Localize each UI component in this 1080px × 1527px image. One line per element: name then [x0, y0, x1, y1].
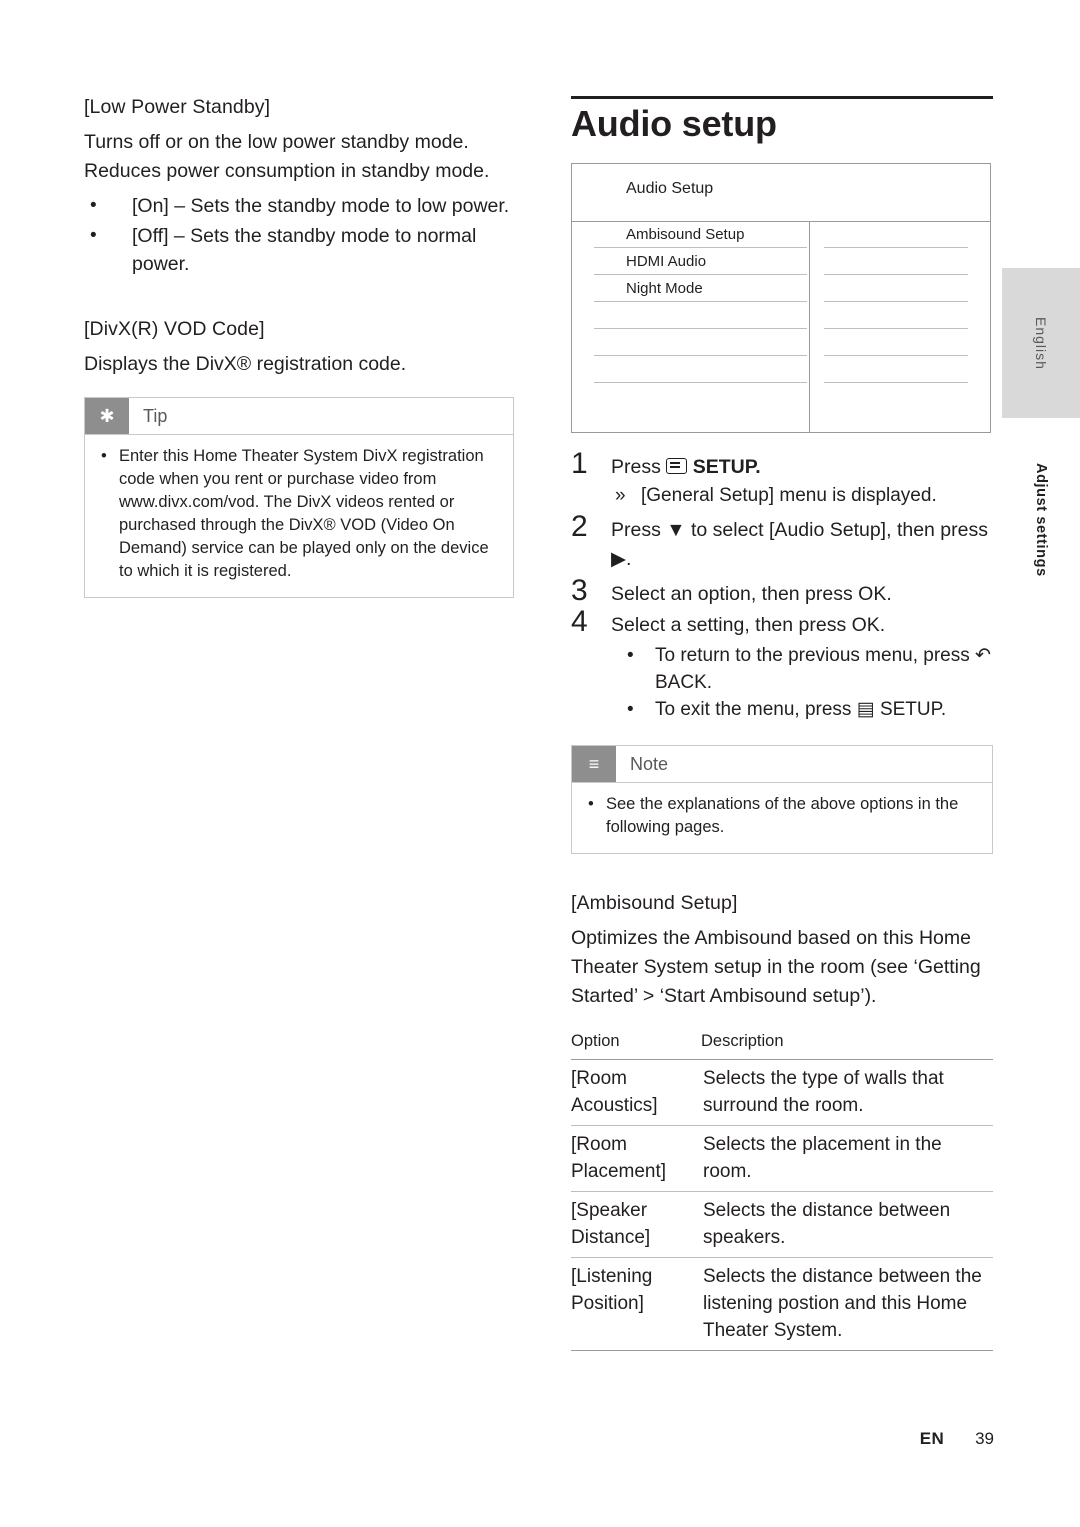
screen-row: Night Mode [572, 275, 990, 302]
edge-tab-adjust-settings-label: Adjust settings [1033, 463, 1049, 577]
table-column-header-description: Description [701, 1025, 993, 1060]
step-number: 1 [571, 447, 588, 480]
section-body-divx-vod-code: Displays the DivX® registration code. [84, 353, 407, 375]
edge-tab-adjust-settings: Adjust settings [1002, 430, 1080, 610]
list-item-label: To exit the menu, press ▤ SETUP. [655, 699, 947, 720]
list-item: • Enter this Home Theater System DivX reg… [99, 445, 499, 583]
step-text: Press ▼ to select [Audio Setup], then pr… [611, 519, 988, 570]
left-column: [Low Power Standby] Turns off or on the … [84, 96, 514, 598]
section-heading-low-power-standby: [Low Power Standby] [84, 96, 271, 118]
screen-row-label: HDMI Audio [626, 253, 707, 270]
table-cell-description: Selects the type of walls that surround … [703, 1068, 944, 1116]
asterisk-icon: ✱ [85, 398, 129, 434]
tip-callout-body: • Enter this Home Theater System DivX reg… [85, 435, 513, 597]
step-text: Press SETUP. [611, 453, 993, 482]
bullet-icon: • [627, 645, 634, 666]
step-number: 2 [571, 510, 588, 543]
table-cell-option: [Speaker Distance] [571, 1200, 651, 1248]
audio-setup-screen-mock: Audio Setup Ambisound Setup HDMI Audio N… [571, 163, 991, 433]
step-text-before: Press [611, 456, 661, 478]
table-row: [Room Acoustics] Selects the type of wal… [571, 1060, 993, 1126]
list-item-label: Enter this Home Theater System DivX regi… [119, 447, 489, 580]
screen-row [572, 329, 990, 356]
tip-callout-header: ✱ Tip [85, 398, 513, 435]
screen-row [572, 302, 990, 329]
step-number: 3 [571, 574, 588, 607]
step-4-bullets: • To return to the previous menu, press ↶… [611, 642, 993, 723]
table-cell-description: Selects the distance between the listeni… [703, 1266, 982, 1341]
table-row: [Speaker Distance] Selects the distance … [571, 1192, 993, 1258]
screen-title: Audio Setup [626, 180, 714, 197]
low-power-standby-options: • [On] – Sets the standby mode to low pow… [84, 192, 514, 278]
note-callout: ≡ Note • See the explanations of the abov… [571, 745, 993, 854]
list-item: • See the explanations of the above optio… [586, 793, 978, 839]
bullet-icon: • [90, 195, 97, 216]
tip-callout: ✱ Tip • Enter this Home Theater System Di… [84, 397, 514, 598]
screen-row: Ambisound Setup [572, 221, 990, 248]
list-item-label: See the explanations of the above option… [606, 795, 959, 836]
setup-button-icon [666, 458, 688, 474]
list-item-label: [On] – Sets the standby mode to low powe… [132, 195, 510, 217]
screen-row-label: Ambisound Setup [626, 226, 745, 243]
list-item: • [On] – Sets the standby mode to low pow… [84, 192, 514, 220]
footer-page-number: 39 [975, 1429, 994, 1448]
list-item: • To exit the menu, press ▤ SETUP. [611, 696, 993, 723]
table-cell-description: Selects the distance between speakers. [703, 1200, 951, 1248]
list-item: • [Off] – Sets the standby mode to normal… [84, 222, 514, 278]
edge-tab-english: English [1002, 268, 1080, 418]
step-4: 4 Select a setting, then press OK. • To r… [571, 605, 993, 723]
step-text-after: SETUP. [692, 456, 761, 478]
step-number: 4 [571, 605, 588, 638]
instruction-steps: 1 Press SETUP. » [General Setup] menu is… [571, 447, 993, 723]
table-cell-option: [Room Placement] [571, 1134, 667, 1182]
screen-row-label: Night Mode [626, 280, 703, 297]
section-heading-divx-vod-code: [DivX(R) VOD Code] [84, 318, 265, 340]
step-3: 3 Select an option, then press OK. [571, 574, 993, 609]
table-cell-option: [Room Acoustics] [571, 1068, 658, 1116]
lines-icon: ≡ [572, 746, 616, 782]
bullet-icon: • [627, 699, 634, 720]
edge-tab-english-label: English [1033, 316, 1049, 370]
section-heading-ambisound-setup: [Ambisound Setup] [571, 892, 738, 914]
screen-row [572, 356, 990, 383]
screen-row [572, 383, 990, 410]
step-substep-label: [General Setup] menu is displayed. [641, 485, 937, 506]
table-cell-option: [Listening Position] [571, 1266, 653, 1314]
table-header-row: Option Description [571, 1025, 993, 1060]
ambisound-options-table: Option Description [Room Acoustics] Sele… [571, 1025, 993, 1351]
note-callout-header: ≡ Note [572, 746, 992, 783]
section-body-low-power-standby: Turns off or on the low power standby mo… [84, 131, 490, 182]
step-substep: » [General Setup] menu is displayed. [611, 482, 993, 510]
bullet-icon: • [90, 225, 97, 246]
step-2: 2 Press ▼ to select [Audio Setup], then … [571, 510, 993, 574]
footer-locale: EN [919, 1429, 945, 1448]
bullet-icon: • [588, 795, 594, 813]
table-row: [Listening Position] Selects the distanc… [571, 1258, 993, 1351]
page: [Low Power Standby] Turns off or on the … [0, 0, 1080, 1527]
tip-callout-title: Tip [143, 405, 168, 426]
chapter-rule [571, 96, 993, 99]
step-text: Select an option, then press OK. [611, 583, 892, 605]
screen-rows: Ambisound Setup HDMI Audio Night Mode [572, 221, 990, 410]
screen-row: HDMI Audio [572, 248, 990, 275]
list-item-label: [Off] – Sets the standby mode to normal … [132, 225, 477, 275]
table-column-header-option: Option [571, 1025, 701, 1060]
note-callout-title: Note [630, 753, 669, 774]
list-item: • To return to the previous menu, press ↶… [611, 642, 993, 696]
page-footer: EN 39 [920, 1429, 994, 1449]
step-text: Select a setting, then press OK. [611, 614, 886, 636]
table-row: [Room Placement] Selects the placement i… [571, 1126, 993, 1192]
right-column: Audio setup Audio Setup Ambisound Setup … [571, 96, 993, 1351]
note-callout-body: • See the explanations of the above optio… [572, 783, 992, 853]
step-1: 1 Press SETUP. » [General Setup] menu is… [571, 447, 993, 510]
list-item-label: To return to the previous menu, press ↶ … [655, 645, 991, 693]
section-body-ambisound-setup: Optimizes the Ambisound based on this Ho… [571, 927, 981, 1007]
chevron-double-right-icon: » [615, 485, 626, 506]
page-title: Audio setup [571, 103, 777, 144]
table-cell-description: Selects the placement in the room. [703, 1134, 942, 1182]
bullet-icon: • [101, 447, 107, 465]
